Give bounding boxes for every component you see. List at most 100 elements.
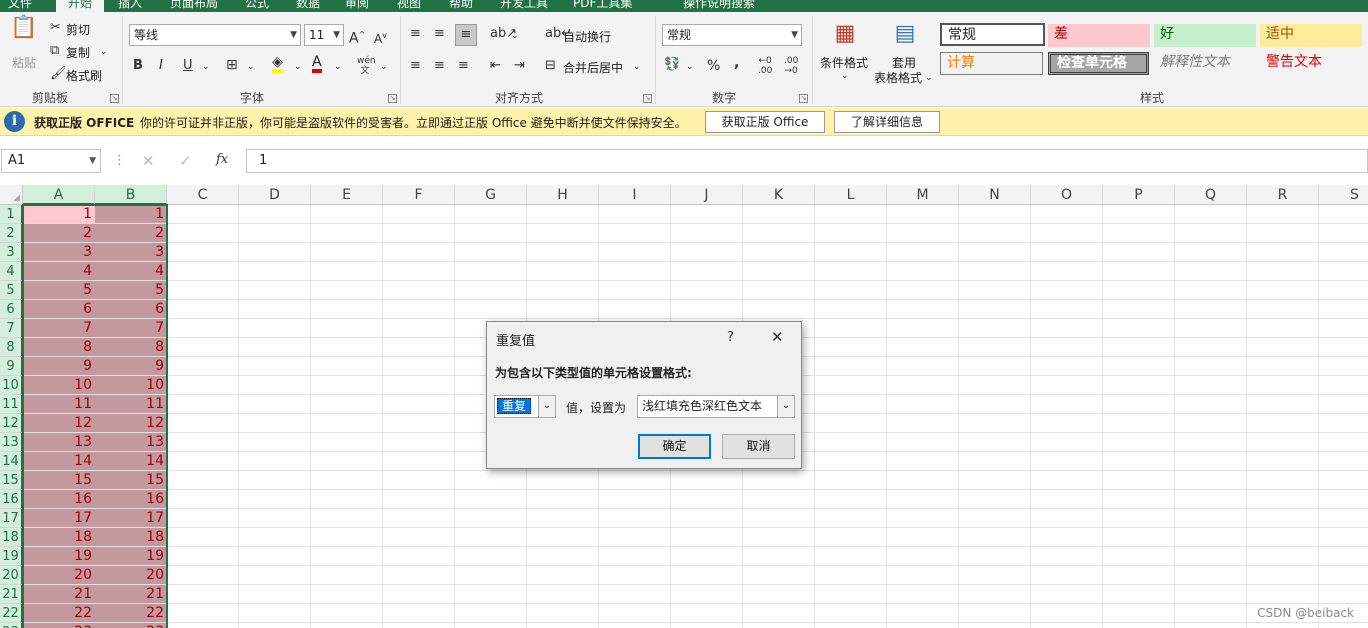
phonetic-icon[interactable]: wén文 <box>357 56 376 76</box>
insert-function-icon[interactable]: fx <box>216 152 228 168</box>
row-header-23[interactable]: 23 <box>0 623 23 628</box>
tab-3[interactable]: 页面布局 <box>170 0 218 12</box>
column-header-r[interactable]: R <box>1247 185 1319 205</box>
tab-10[interactable]: PDF工具集 <box>573 0 632 12</box>
style-explanatory[interactable]: 解释性文本 <box>1154 52 1256 75</box>
row-header-9[interactable]: 9 <box>0 357 23 376</box>
align-middle-icon[interactable]: ≡ <box>434 26 445 42</box>
cut-button[interactable]: 剪切 <box>66 21 90 38</box>
row-header-2[interactable]: 2 <box>0 224 23 243</box>
grow-font-button[interactable]: A^ <box>349 27 365 47</box>
merge-dropdown-icon[interactable]: ⌄ <box>633 59 641 75</box>
conditional-formatting-icon[interactable]: ▦ <box>830 20 860 50</box>
merge-center-button[interactable]: 合并后居中 <box>563 59 623 76</box>
italic-button[interactable]: I <box>159 58 163 74</box>
close-icon[interactable]: ✕ <box>771 329 784 345</box>
align-right-icon[interactable]: ≡ <box>458 58 469 74</box>
column-header-p[interactable]: P <box>1103 185 1175 205</box>
row-header-4[interactable]: 4 <box>0 262 23 281</box>
column-header-h[interactable]: H <box>527 185 599 205</box>
column-header-c[interactable]: C <box>167 185 239 205</box>
phonetic-dropdown-icon[interactable]: ⌄ <box>380 59 388 75</box>
format-select[interactable]: 浅红填充色深红色文本 ⌄ <box>637 395 795 418</box>
copy-dropdown-icon[interactable]: ⌄ <box>100 44 108 60</box>
column-header-b[interactable]: B <box>95 185 167 205</box>
column-header-k[interactable]: K <box>743 185 815 205</box>
row-header-21[interactable]: 21 <box>0 585 23 604</box>
row-header-10[interactable]: 10 <box>0 376 23 395</box>
number-launcher-icon[interactable]: ↘ <box>799 94 808 103</box>
select-all-corner[interactable]: ◢ <box>0 185 23 205</box>
tab-5[interactable]: 数据 <box>296 0 320 12</box>
learn-more-button[interactable]: 了解详细信息 <box>834 111 940 133</box>
tab-4[interactable]: 公式 <box>245 0 269 12</box>
row-header-11[interactable]: 11 <box>0 395 23 414</box>
row-header-13[interactable]: 13 <box>0 433 23 452</box>
accounting-dropdown-icon[interactable]: ⌄ <box>686 59 694 75</box>
column-header-i[interactable]: I <box>599 185 671 205</box>
tab-11[interactable]: 操作说明搜索 <box>683 0 755 12</box>
paste-icon[interactable]: 📋 <box>10 17 38 46</box>
column-header-n[interactable]: N <box>959 185 1031 205</box>
row-header-18[interactable]: 18 <box>0 528 23 547</box>
row-header-7[interactable]: 7 <box>0 319 23 338</box>
align-top-icon[interactable]: ≡ <box>410 26 421 42</box>
style-good[interactable]: 好 <box>1154 24 1256 47</box>
column-header-d[interactable]: D <box>239 185 311 205</box>
name-box[interactable]: A1 ▼ <box>1 149 101 173</box>
row-header-3[interactable]: 3 <box>0 243 23 262</box>
tab-1[interactable]: 开始 <box>56 0 105 12</box>
underline-button[interactable]: U <box>183 58 193 74</box>
copy-button[interactable]: 复制 <box>66 44 90 61</box>
number-format-combo[interactable]: 常规 ▼ <box>662 24 802 46</box>
style-check-cell[interactable]: 检查单元格 <box>1048 52 1149 75</box>
border-icon[interactable]: ⊞ <box>226 57 238 73</box>
fill-color-icon[interactable]: ◈ <box>272 55 283 73</box>
style-neutral[interactable]: 适中 <box>1260 24 1362 47</box>
row-header-17[interactable]: 17 <box>0 509 23 528</box>
row-header-20[interactable]: 20 <box>0 566 23 585</box>
align-bottom-icon[interactable]: ≡ <box>455 24 477 46</box>
tab-0[interactable]: 文件 <box>8 0 32 12</box>
alignment-launcher-icon[interactable]: ↘ <box>643 94 652 103</box>
tab-9[interactable]: 开发工具 <box>500 0 548 12</box>
row-header-5[interactable]: 5 <box>0 281 23 300</box>
column-header-f[interactable]: F <box>383 185 455 205</box>
formula-input[interactable]: 1 <box>246 149 1368 173</box>
column-header-j[interactable]: J <box>671 185 743 205</box>
font-launcher-icon[interactable]: ↘ <box>388 94 397 103</box>
row-header-12[interactable]: 12 <box>0 414 23 433</box>
shrink-font-button[interactable]: Av <box>374 28 387 47</box>
column-header-m[interactable]: M <box>887 185 959 205</box>
align-left-icon[interactable]: ≡ <box>410 58 421 74</box>
row-header-8[interactable]: 8 <box>0 338 23 357</box>
format-painter-button[interactable]: 格式刷 <box>66 67 102 84</box>
column-header-l[interactable]: L <box>815 185 887 205</box>
column-header-q[interactable]: Q <box>1175 185 1247 205</box>
increase-decimal-icon[interactable]: ←0.00 <box>758 56 772 76</box>
accounting-format-icon[interactable]: 💱 <box>664 57 680 73</box>
column-header-s[interactable]: S <box>1319 185 1368 205</box>
help-button[interactable]: ? <box>727 330 734 346</box>
tab-2[interactable]: 插入 <box>118 0 142 12</box>
tab-7[interactable]: 视图 <box>397 0 421 12</box>
column-header-g[interactable]: G <box>455 185 527 205</box>
enter-formula-icon[interactable]: ✓ <box>179 153 192 169</box>
row-header-6[interactable]: 6 <box>0 300 23 319</box>
row-header-14[interactable]: 14 <box>0 452 23 471</box>
table-format-dropdown-icon[interactable]: ⌄ <box>925 70 933 86</box>
row-header-19[interactable]: 19 <box>0 547 23 566</box>
tab-6[interactable]: 审阅 <box>345 0 369 12</box>
decrease-decimal-icon[interactable]: .00 →0 <box>784 56 798 76</box>
table-format-icon[interactable]: ▤ <box>890 20 920 50</box>
row-header-1[interactable]: 1 <box>0 205 23 224</box>
font-name-combo[interactable]: 等线 ▼ <box>129 24 301 46</box>
column-header-a[interactable]: A <box>23 185 95 205</box>
percent-button[interactable]: % <box>707 58 720 74</box>
clipboard-launcher-icon[interactable]: ↘ <box>110 94 119 103</box>
paste-button[interactable]: 粘贴 <box>12 54 36 71</box>
fill-color-dropdown-icon[interactable]: ⌄ <box>294 59 302 75</box>
orientation-dropdown-icon[interactable]: ⌄ <box>511 28 519 44</box>
table-format-button-line2[interactable]: 表格格式 <box>874 69 922 86</box>
duplicate-type-select[interactable]: 重复 ⌄ <box>494 395 556 418</box>
